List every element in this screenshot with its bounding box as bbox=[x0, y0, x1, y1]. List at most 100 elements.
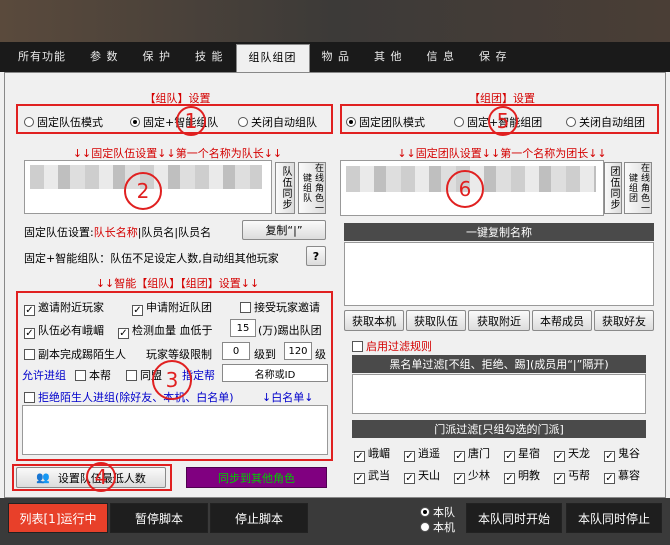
radio-icon bbox=[420, 522, 430, 532]
help-button[interactable]: ? bbox=[306, 246, 326, 266]
check-hp-checkbox[interactable]: ✓ 检测血量 血低于 bbox=[118, 322, 213, 339]
tab-items[interactable]: 物 品 bbox=[310, 44, 363, 72]
fixed-label: 固定队伍设置: bbox=[24, 226, 94, 239]
sync-other-roles-button[interactable]: 同步到其他角色 bbox=[186, 467, 327, 488]
whitelist-textarea[interactable] bbox=[22, 405, 328, 455]
leader-name-label: 队长名称 bbox=[93, 226, 138, 239]
group-hint: ↓↓固定团队设置↓↓第一个名称为团长↓↓ bbox=[397, 147, 607, 160]
radio-icon bbox=[238, 117, 248, 127]
checkbox-icon bbox=[24, 349, 35, 360]
check-icon: ✓ bbox=[118, 328, 129, 339]
get-nearby-button[interactable]: 获取附近 bbox=[468, 310, 530, 331]
list-running-button[interactable]: 列表[1]运行中 bbox=[8, 503, 108, 533]
accept-invite-checkbox[interactable]: 接受玩家邀请 bbox=[240, 299, 320, 315]
check-icon: ✓ bbox=[454, 473, 465, 484]
check-icon: ✓ bbox=[504, 473, 515, 484]
level-max-input[interactable]: 120 bbox=[284, 342, 312, 360]
enable-filter-checkbox[interactable]: 启用过滤规则 bbox=[352, 338, 432, 354]
check-icon: ✓ bbox=[132, 305, 143, 316]
group-mode-fixed[interactable]: 固定团队模式 bbox=[346, 114, 425, 130]
marker-1: 1 bbox=[176, 106, 206, 136]
sect-murong[interactable]: ✓ 慕容 bbox=[604, 467, 640, 484]
group-mode-off[interactable]: 关闭自动组团 bbox=[566, 114, 645, 130]
level-to-label: 级到 bbox=[254, 348, 276, 361]
radio-label: 本队 bbox=[433, 506, 455, 519]
sect-label: 唐门 bbox=[468, 447, 490, 460]
scope-team-radio[interactable]: 本队 bbox=[420, 504, 455, 520]
online-team-button[interactable]: 在线角色一键组队 bbox=[298, 162, 326, 214]
hp-unit-label: (万)踢出队团 bbox=[258, 324, 322, 337]
sect-shaolin[interactable]: ✓ 少林 bbox=[454, 467, 490, 484]
sect-label: 峨嵋 bbox=[368, 447, 390, 460]
marker-6: 6 bbox=[446, 170, 484, 208]
guild-members-button[interactable]: 本帮成员 bbox=[532, 310, 592, 331]
sect-guigu[interactable]: ✓ 鬼谷 bbox=[604, 445, 640, 462]
radio-label: 固定团队模式 bbox=[359, 116, 425, 129]
kick-stranger-checkbox[interactable]: 副本完成踢陌生人 bbox=[24, 346, 126, 362]
copy-name-header: 一键复制名称 bbox=[344, 223, 654, 241]
sect-wudang[interactable]: ✓ 武当 bbox=[354, 467, 390, 484]
team-start-all-button[interactable]: 本队同时开始 bbox=[466, 503, 562, 533]
marker-4: 4 bbox=[86, 462, 116, 492]
tab-info[interactable]: 信 息 bbox=[415, 44, 468, 72]
sect-emei[interactable]: ✓ 峨嵋 bbox=[354, 445, 390, 462]
blacklist-textarea[interactable] bbox=[352, 374, 646, 414]
member-label: |队员名|队员名 bbox=[137, 226, 212, 239]
checkbox-icon bbox=[24, 392, 35, 403]
this-guild-checkbox[interactable]: 本帮 bbox=[75, 367, 111, 383]
team-sync-button[interactable]: 队伍同步 bbox=[275, 162, 295, 214]
online-group-button[interactable]: 在线角色一键组团 bbox=[624, 162, 652, 214]
checkbox-label: 本帮 bbox=[89, 369, 111, 382]
must-emei-checkbox[interactable]: ✓ 队伍必有峨嵋 bbox=[24, 322, 104, 339]
get-local-button[interactable]: 获取本机 bbox=[344, 310, 404, 331]
sect-tianlong[interactable]: ✓ 天龙 bbox=[554, 445, 590, 462]
check-icon: ✓ bbox=[24, 328, 35, 339]
marker-5: 5 bbox=[488, 106, 518, 136]
smart-section-title: ↓↓智能【组队】【组团】设置↓↓ bbox=[95, 277, 260, 290]
level-min-input[interactable]: 0 bbox=[222, 342, 250, 360]
team-mode-off[interactable]: 关闭自动组队 bbox=[238, 114, 317, 130]
sect-tangmen[interactable]: ✓ 唐门 bbox=[454, 445, 490, 462]
invite-nearby-checkbox[interactable]: ✓ 邀请附近玩家 bbox=[24, 299, 104, 316]
sect-filter-header: 门派过滤[只组勾选的门派] bbox=[352, 420, 646, 438]
hp-threshold-input[interactable]: 15 bbox=[230, 319, 256, 337]
team-stop-all-button[interactable]: 本队同时停止 bbox=[566, 503, 662, 533]
sect-mingjiao[interactable]: ✓ 明教 bbox=[504, 467, 540, 484]
tab-bar: 所有功能 参 数 保 护 技 能 组队组团 物 品 其 他 信 息 保 存 bbox=[0, 42, 670, 72]
tab-other[interactable]: 其 他 bbox=[362, 44, 415, 72]
allow-join-label: 允许进组 bbox=[22, 369, 66, 382]
scope-local-radio[interactable]: 本机 bbox=[420, 519, 455, 535]
team-hint: ↓↓固定队伍设置↓↓第一个名称为队长↓↓ bbox=[72, 147, 283, 160]
pause-script-button[interactable]: 暂停脚本 bbox=[110, 503, 208, 533]
tab-all[interactable]: 所有功能 bbox=[6, 44, 78, 72]
sect-gaibang[interactable]: ✓ 丐帮 bbox=[554, 467, 590, 484]
sect-xingxiu[interactable]: ✓ 星宿 bbox=[504, 445, 540, 462]
sect-xiaoyao[interactable]: ✓ 逍遥 bbox=[404, 445, 440, 462]
team-mode-fixed[interactable]: 固定队伍模式 bbox=[24, 114, 103, 130]
guild-name-input[interactable]: 名称或ID bbox=[222, 364, 328, 382]
copy-name-textarea[interactable] bbox=[344, 242, 654, 306]
smart-team-note: 固定+智能组队：队伍不足设定人数,自动组其他玩家 bbox=[24, 252, 279, 265]
checkbox-label: 检测血量 血低于 bbox=[132, 324, 213, 337]
tab-team[interactable]: 组队组团 bbox=[235, 44, 310, 72]
tab-params[interactable]: 参 数 bbox=[78, 44, 131, 72]
check-icon: ✓ bbox=[354, 451, 365, 462]
check-icon: ✓ bbox=[24, 305, 35, 316]
copy-separator-button[interactable]: 复制“|” bbox=[242, 220, 326, 240]
radio-label: 关闭自动组团 bbox=[579, 116, 645, 129]
checkbox-label: 邀请附近玩家 bbox=[38, 301, 104, 314]
group-sync-button[interactable]: 团伍同步 bbox=[604, 162, 622, 214]
sect-label: 武当 bbox=[368, 469, 390, 482]
tab-save[interactable]: 保 存 bbox=[467, 44, 520, 72]
sect-label: 少林 bbox=[468, 469, 490, 482]
radio-icon bbox=[24, 117, 34, 127]
get-friends-button[interactable]: 获取好友 bbox=[594, 310, 654, 331]
sect-tianshan[interactable]: ✓ 天山 bbox=[404, 467, 440, 484]
fixed-team-setting: 固定队伍设置:队长名称|队员名|队员名 bbox=[24, 224, 211, 240]
get-team-button[interactable]: 获取队伍 bbox=[406, 310, 466, 331]
stop-script-button[interactable]: 停止脚本 bbox=[210, 503, 308, 533]
tab-skills[interactable]: 技 能 bbox=[183, 44, 236, 72]
tab-protect[interactable]: 保 护 bbox=[131, 44, 184, 72]
apply-nearby-checkbox[interactable]: ✓ 申请附近队团 bbox=[132, 299, 212, 316]
reject-stranger-checkbox[interactable]: 拒绝陌生人进组(除好友、本机、白名单) bbox=[24, 389, 234, 405]
